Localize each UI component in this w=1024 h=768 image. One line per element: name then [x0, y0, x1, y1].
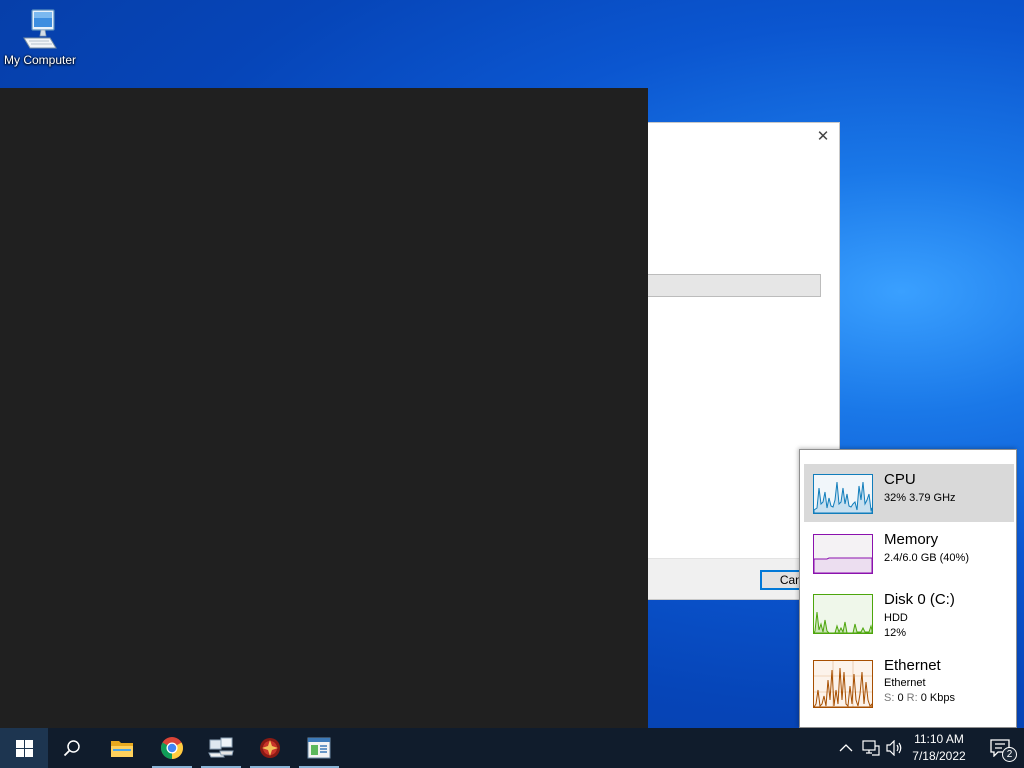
- notification-count-badge: 2: [1002, 747, 1017, 762]
- progress-bar: [648, 274, 821, 297]
- cpu-graph: [813, 474, 873, 514]
- perf-item-ethernet[interactable]: Ethernet Ethernet S: 0 R: 0 Kbps: [804, 650, 1014, 708]
- action-center-button[interactable]: 2: [980, 728, 1020, 768]
- search-button[interactable]: [48, 728, 96, 768]
- receive-label: R:: [906, 692, 918, 704]
- taskbar-game-app[interactable]: [246, 728, 294, 768]
- send-label: S:: [884, 692, 895, 704]
- dark-app-window[interactable]: [0, 88, 648, 728]
- desktop-icon-my-computer[interactable]: My Computer: [2, 8, 78, 67]
- search-icon: [63, 740, 80, 757]
- network-computers-icon: [208, 737, 234, 758]
- folder-icon: [111, 741, 133, 757]
- desktop-icon-label: My Computer: [3, 53, 77, 67]
- perf-disk-title: Disk 0 (C:): [884, 591, 955, 608]
- receive-value: 0 Kbps: [920, 692, 955, 704]
- speaker-icon: [886, 740, 902, 756]
- taskbar: 11:10 AM 7/18/2022 2: [0, 728, 1024, 768]
- chrome-icon: [161, 737, 183, 759]
- taskbar-file-explorer[interactable]: [98, 728, 146, 768]
- computer-icon: [23, 9, 57, 49]
- perf-memory-title: Memory: [884, 531, 939, 548]
- perf-item-cpu[interactable]: CPU 32% 3.79 GHz: [804, 464, 1014, 522]
- volume-tray-button[interactable]: [885, 738, 905, 758]
- start-button[interactable]: [0, 728, 48, 768]
- memory-graph: [813, 534, 873, 574]
- perf-cpu-title: CPU: [884, 471, 916, 488]
- perf-ethernet-title: Ethernet: [884, 657, 941, 674]
- network-tray-button[interactable]: [861, 738, 881, 758]
- clock-time: 11:10 AM: [914, 732, 964, 746]
- network-icon: [862, 740, 880, 756]
- clock-date: 7/18/2022: [912, 749, 966, 763]
- perf-ethernet-throughput: S: 0 R: 0 Kbps: [884, 692, 955, 704]
- windows-logo-icon: [15, 739, 33, 757]
- taskbar-clock[interactable]: 11:10 AM 7/18/2022: [906, 731, 972, 765]
- dialog-close-button[interactable]: ✕: [815, 129, 831, 145]
- perf-disk-usage: 12%: [884, 627, 907, 639]
- perf-ethernet-adapter: Ethernet: [884, 677, 926, 689]
- taskbar-chrome[interactable]: [148, 728, 196, 768]
- perf-item-disk[interactable]: Disk 0 (C:) HDD 12%: [804, 584, 1014, 642]
- perf-cpu-usage: 32% 3.79 GHz: [884, 492, 956, 504]
- taskbar-network-app[interactable]: [197, 728, 245, 768]
- perf-disk-type: HDD: [884, 612, 908, 624]
- send-value: 0: [897, 692, 904, 704]
- taskbar-task-manager[interactable]: [295, 728, 343, 768]
- show-hidden-icons-button[interactable]: [836, 738, 856, 758]
- ethernet-graph: [813, 660, 873, 708]
- game-icon: [260, 738, 280, 758]
- perf-memory-usage: 2.4/6.0 GB (40%): [884, 552, 969, 564]
- chevron-up-icon: [839, 744, 853, 752]
- disk-graph: [813, 594, 873, 634]
- performance-flyout: CPU 32% 3.79 GHz Memory 2.4/6.0 GB (40%)…: [799, 449, 1017, 728]
- task-manager-icon: [307, 737, 331, 759]
- close-icon: ✕: [816, 128, 830, 145]
- perf-item-memory[interactable]: Memory 2.4/6.0 GB (40%): [804, 524, 1014, 582]
